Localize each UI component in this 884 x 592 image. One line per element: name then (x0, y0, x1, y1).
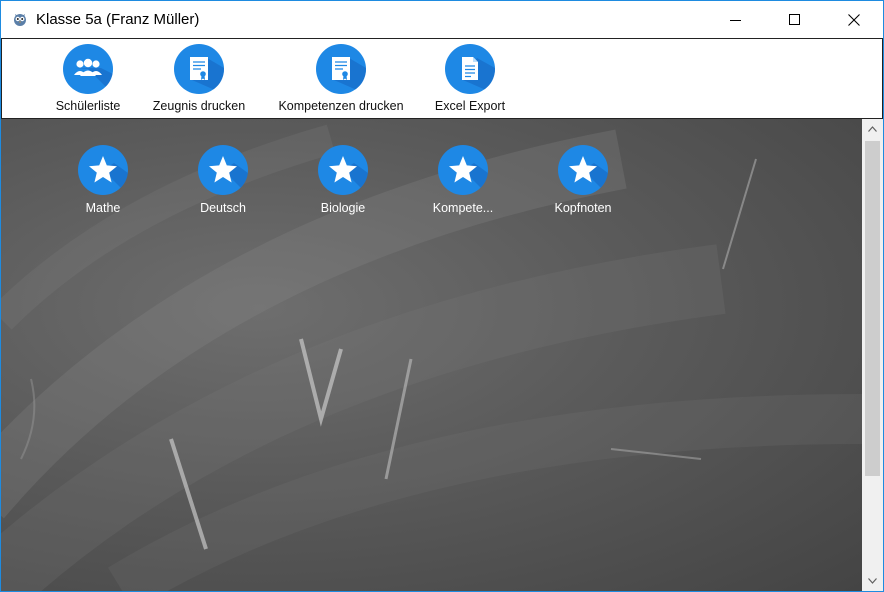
chevron-up-icon (868, 126, 877, 132)
star-icon (558, 145, 608, 195)
subject-kompetenzen[interactable]: Kompete... (413, 145, 513, 215)
maximize-button[interactable] (766, 1, 824, 38)
student-list-label: Schülerliste (55, 99, 121, 113)
maximize-icon (789, 13, 800, 25)
certificate-icon (174, 44, 224, 94)
excel-export-button[interactable]: Excel Export (430, 39, 510, 118)
vertical-scrollbar[interactable] (862, 119, 883, 591)
subject-deutsch[interactable]: Deutsch (173, 145, 273, 215)
certificate-icon (316, 44, 366, 94)
app-window: Klasse 5a (Franz Müller) Schülerliste Ze… (0, 0, 884, 592)
subject-label: Biologie (320, 201, 366, 215)
print-report-label: Zeugnis drucken (152, 99, 246, 113)
subject-label: Deutsch (200, 201, 246, 215)
subject-biologie[interactable]: Biologie (293, 145, 393, 215)
subject-label: Mathe (85, 201, 121, 215)
subject-label: Kopfnoten (554, 201, 612, 215)
minimize-button[interactable] (707, 1, 765, 38)
window-title: Klasse 5a (Franz Müller) (36, 11, 200, 28)
chevron-down-icon (868, 578, 877, 584)
print-competencies-button[interactable]: Kompetenzen drucken (276, 39, 406, 118)
excel-export-label: Excel Export (434, 99, 506, 113)
document-icon (445, 44, 495, 94)
star-icon (318, 145, 368, 195)
star-icon (198, 145, 248, 195)
star-icon (438, 145, 488, 195)
chalkboard-background: Mathe Deutsch Biologie Kompete... Kopfno… (1, 119, 862, 591)
student-list-button[interactable]: Schülerliste (48, 39, 128, 118)
print-report-button[interactable]: Zeugnis drucken (149, 39, 249, 118)
close-button[interactable] (825, 1, 883, 38)
app-owl-icon (14, 14, 26, 26)
title-bar[interactable]: Klasse 5a (Franz Müller) (1, 1, 883, 38)
close-icon (848, 13, 860, 26)
scroll-up-button[interactable] (862, 119, 883, 139)
scroll-thumb[interactable] (865, 141, 880, 476)
print-competencies-label: Kompetenzen drucken (278, 99, 404, 113)
ribbon-toolbar: Schülerliste Zeugnis drucken Kompetenzen… (1, 38, 883, 119)
minimize-icon (730, 19, 741, 21)
scroll-down-button[interactable] (862, 571, 883, 591)
subject-mathe[interactable]: Mathe (53, 145, 153, 215)
subject-kopfnoten[interactable]: Kopfnoten (533, 145, 633, 215)
subject-label: Kompete... (432, 201, 494, 215)
star-icon (78, 145, 128, 195)
students-group-icon (63, 44, 113, 94)
